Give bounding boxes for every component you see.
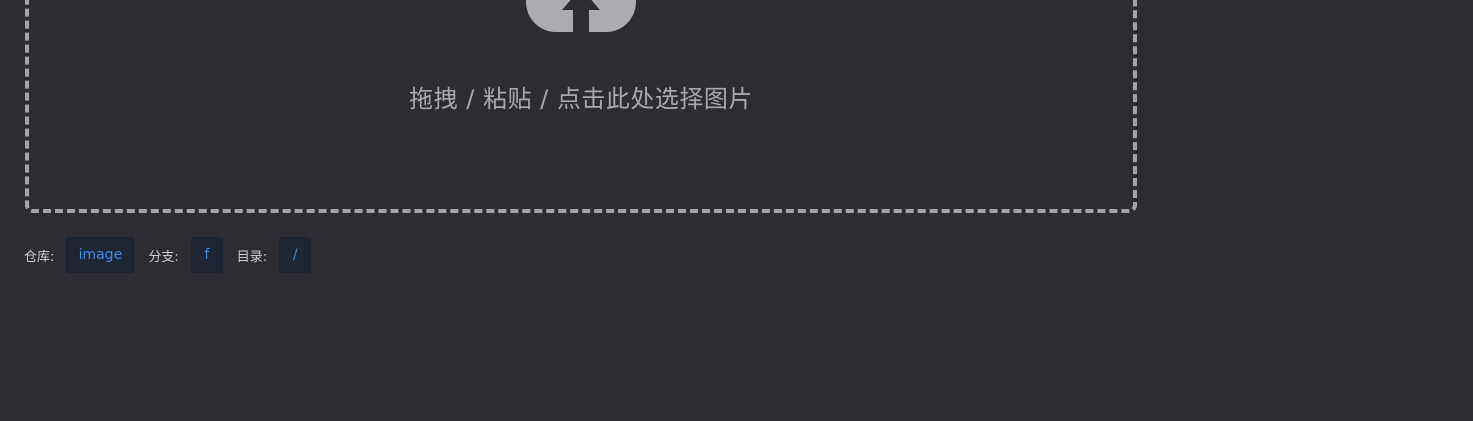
branch-label: 分支:	[148, 249, 179, 265]
repo-label: 仓库:	[24, 249, 55, 265]
repo-select-tag[interactable]: image	[66, 237, 135, 273]
directory-select-tag[interactable]: /	[279, 237, 312, 273]
upload-settings-row: 仓库: image 分支: f 目录: /	[24, 236, 325, 274]
directory-label: 目录:	[236, 249, 268, 265]
upload-hint-text: 拖拽 / 粘贴 / 点击此处选择图片	[409, 85, 753, 113]
page: 拖拽 / 粘贴 / 点击此处选择图片 仓库: image 分支: f 目录: /	[0, 0, 1473, 421]
upload-cloud-icon	[526, 0, 636, 32]
branch-select-tag[interactable]: f	[190, 237, 223, 273]
upload-drop-zone[interactable]: 拖拽 / 粘贴 / 点击此处选择图片	[25, 0, 1137, 213]
